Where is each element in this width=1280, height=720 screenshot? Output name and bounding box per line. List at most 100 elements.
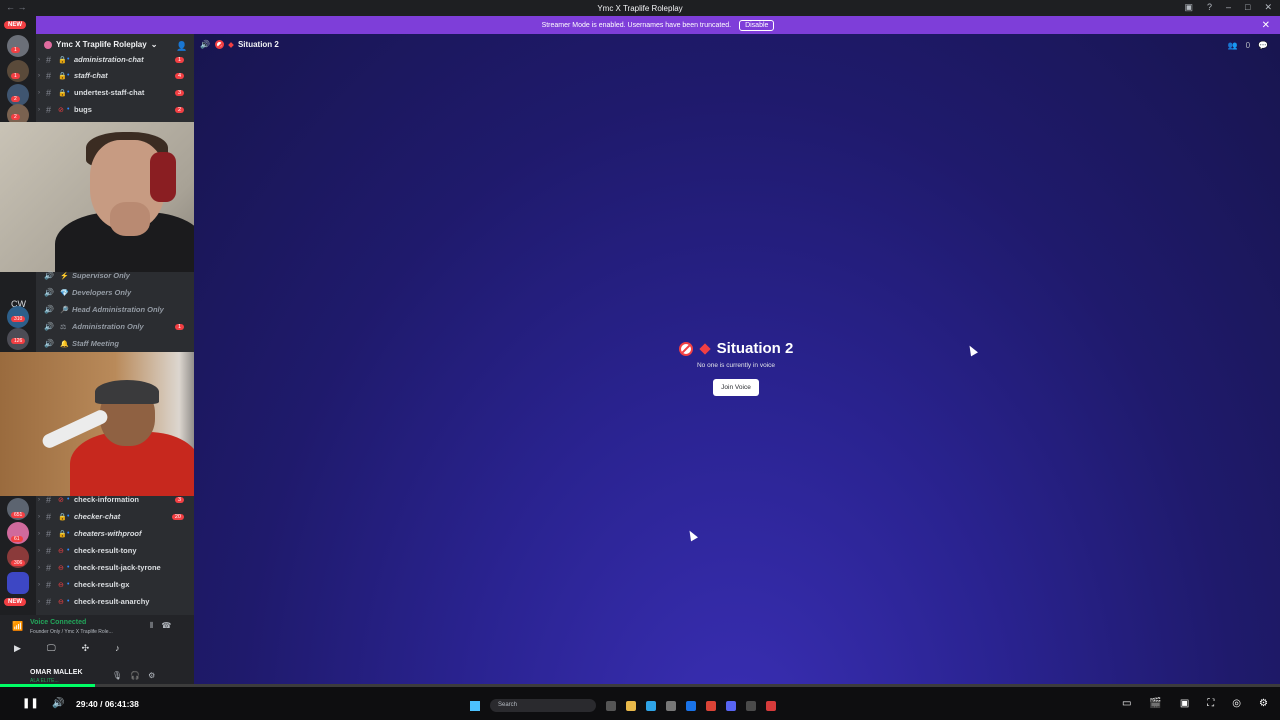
app-icon[interactable] <box>686 700 696 711</box>
store-icon[interactable] <box>666 700 676 711</box>
voice-channel-item[interactable]: 🔊 🔔 Staff Meeting <box>36 335 194 352</box>
mention-badge: 2 <box>11 96 20 102</box>
mention-badge: 1 <box>11 47 20 53</box>
username[interactable]: OMAR MALLEK <box>30 669 83 676</box>
dot-icon: • <box>67 106 70 113</box>
chevron-right-icon: › <box>38 56 40 63</box>
channel-name: checker-chat <box>74 512 121 521</box>
close-button[interactable]: ✕ <box>1264 2 1272 13</box>
channel-item[interactable]: › # 🔒 • staff-chat 4 <box>36 67 194 84</box>
speaker-icon: 🔊 <box>44 339 54 348</box>
voice-status-panel: 📶 Voice Connected Founder Only / Ymc X T… <box>0 615 194 686</box>
ban-icon <box>678 341 693 356</box>
channel-emoji-icon: ⚖ <box>60 323 67 331</box>
camera-icon[interactable]: ▶ <box>14 643 21 654</box>
taskbar-search[interactable]: Search <box>490 699 596 712</box>
taskbar: Search <box>470 699 776 712</box>
dot-icon: • <box>67 496 70 503</box>
voice-channel-title: Situation 2 <box>716 340 794 357</box>
discord-icon[interactable] <box>726 700 736 711</box>
ban-icon: ⊘ <box>58 496 64 504</box>
server-name-header[interactable]: Ymc X Traplife Roleplay ⌄ <box>44 40 157 49</box>
voice-channel-item[interactable]: 🔊 💎 Developers Only <box>36 284 194 301</box>
voice-channel-item[interactable]: 🔊 ⚖ Administration Only 1 <box>36 318 194 335</box>
mention-badge: 651 <box>11 512 26 518</box>
hash-icon: # <box>46 596 52 607</box>
channel-emoji-icon: 💎 <box>60 289 69 297</box>
dot-icon: • <box>67 564 70 571</box>
settings-icon[interactable]: ⚙ <box>148 671 155 680</box>
noise-suppression-icon[interactable]: ⫴ <box>150 621 153 631</box>
mention-badge: 2 <box>11 114 20 120</box>
channel-item[interactable]: › # 🔒 • checker-chat 20 <box>36 508 194 525</box>
minimize-button[interactable]: – <box>1226 2 1231 13</box>
voice-channel-item[interactable]: 🔊 ⚡ Supervisor Only <box>36 267 194 284</box>
channel-item[interactable]: › # 🔒 • administration-chat 1 <box>36 51 194 68</box>
inbox-icon[interactable]: ▣ <box>1184 2 1193 13</box>
channel-item[interactable]: › # 🔒 • undertest-staff-chat 3 <box>36 84 194 101</box>
screen-share-icon[interactable]: 🖵 <box>47 643 56 654</box>
chrome-icon[interactable] <box>706 700 716 711</box>
volume-icon[interactable]: 🔊 <box>52 698 64 709</box>
channel-item[interactable]: › # ⊖ • check-result-tony <box>36 542 194 559</box>
window-titlebar: ← → Ymc X Traplife Roleplay ▣ ? – □ ✕ <box>0 0 1280 16</box>
soundboard-icon[interactable]: ♪ <box>115 643 120 654</box>
channel-item[interactable]: › # ⊖ • check-result-jack-tyrone <box>36 559 194 576</box>
channel-item[interactable]: › # ⊖ • check-result-anarchy <box>36 593 194 610</box>
pause-icon[interactable]: ❚❚ <box>22 698 39 709</box>
microphone-icon[interactable]: 🎙 <box>112 671 122 680</box>
miniplayer-icon[interactable]: ▣ <box>1180 698 1189 709</box>
server-icon[interactable] <box>7 84 29 106</box>
help-icon[interactable]: ? <box>1207 2 1212 13</box>
voice-channel-name: Supervisor Only <box>72 271 130 280</box>
hash-icon: # <box>46 562 52 573</box>
new-badge: NEW <box>4 21 26 29</box>
steam-icon[interactable] <box>746 700 756 711</box>
header-actions: 👥 0 💬 <box>1228 41 1268 50</box>
speaker-icon: 🔊 <box>44 271 54 280</box>
empty-voice-panel: Situation 2 No one is currently in voice… <box>600 340 872 396</box>
server-icon[interactable] <box>7 35 29 57</box>
channel-item[interactable]: › # 🔒 • cheaters-withproof <box>36 525 194 542</box>
members-icon[interactable]: 👥 <box>1228 41 1238 50</box>
back-forward-icon[interactable]: ← → <box>6 2 27 12</box>
join-voice-button[interactable]: Join Voice <box>713 379 759 396</box>
theater-mode-icon[interactable]: ▭ <box>1122 698 1131 709</box>
folder-icon[interactable] <box>7 572 29 594</box>
disconnect-icon[interactable]: ☎ <box>161 621 171 631</box>
voice-location[interactable]: Founder Only / Ymc X Traplife Role... <box>30 629 113 635</box>
speaker-icon: 🔊 <box>44 288 54 297</box>
maximize-button[interactable]: □ <box>1245 2 1250 13</box>
hash-icon: # <box>46 70 52 81</box>
channel-item[interactable]: › # ⊘ • bugs 2 <box>36 101 194 118</box>
edge-icon[interactable] <box>646 700 656 711</box>
speaker-icon: 🔊 <box>44 305 54 314</box>
fullscreen-icon[interactable]: ⛶ <box>1207 698 1214 709</box>
chat-icon[interactable]: 💬 <box>1258 41 1268 50</box>
dot-icon: • <box>67 598 70 605</box>
file-explorer-icon[interactable] <box>626 700 636 711</box>
channel-item[interactable]: › # ⊖ • check-result-gx <box>36 576 194 593</box>
disable-button[interactable]: Disable <box>739 19 775 31</box>
channel-name: cheaters-withproof <box>74 529 142 538</box>
task-view-icon[interactable] <box>606 700 616 711</box>
member-count: 0 <box>1245 41 1251 50</box>
headphones-icon[interactable]: 🎧 <box>130 671 140 680</box>
app-icon[interactable] <box>766 700 776 711</box>
settings-icon[interactable]: ⚙ <box>1259 698 1268 709</box>
activities-icon[interactable]: ✣ <box>82 643 90 654</box>
chevron-right-icon: › <box>38 598 40 605</box>
unread-badge: 3 <box>174 89 184 96</box>
channel-item[interactable]: › # ⊘ • check-information 3 <box>36 491 194 508</box>
voice-channel-name: Head Administration Only <box>72 305 164 314</box>
clip-icon[interactable]: 🎬 <box>1149 698 1161 709</box>
server-list: NEW 1 1 2 2 CW 310 126 651 61 306 NEW <box>0 16 36 686</box>
voice-channel-item[interactable]: 🔊 🔎 Head Administration Only <box>36 301 194 318</box>
channel-name: check-result-jack-tyrone <box>74 563 161 572</box>
quality-icon[interactable]: ◎ <box>1232 698 1241 709</box>
windows-start-icon[interactable] <box>470 700 480 711</box>
diamond-icon <box>698 342 711 355</box>
close-banner-icon[interactable]: ✕ <box>1262 20 1270 31</box>
unread-badge: 20 <box>171 513 184 520</box>
new-badge: NEW <box>4 598 26 606</box>
